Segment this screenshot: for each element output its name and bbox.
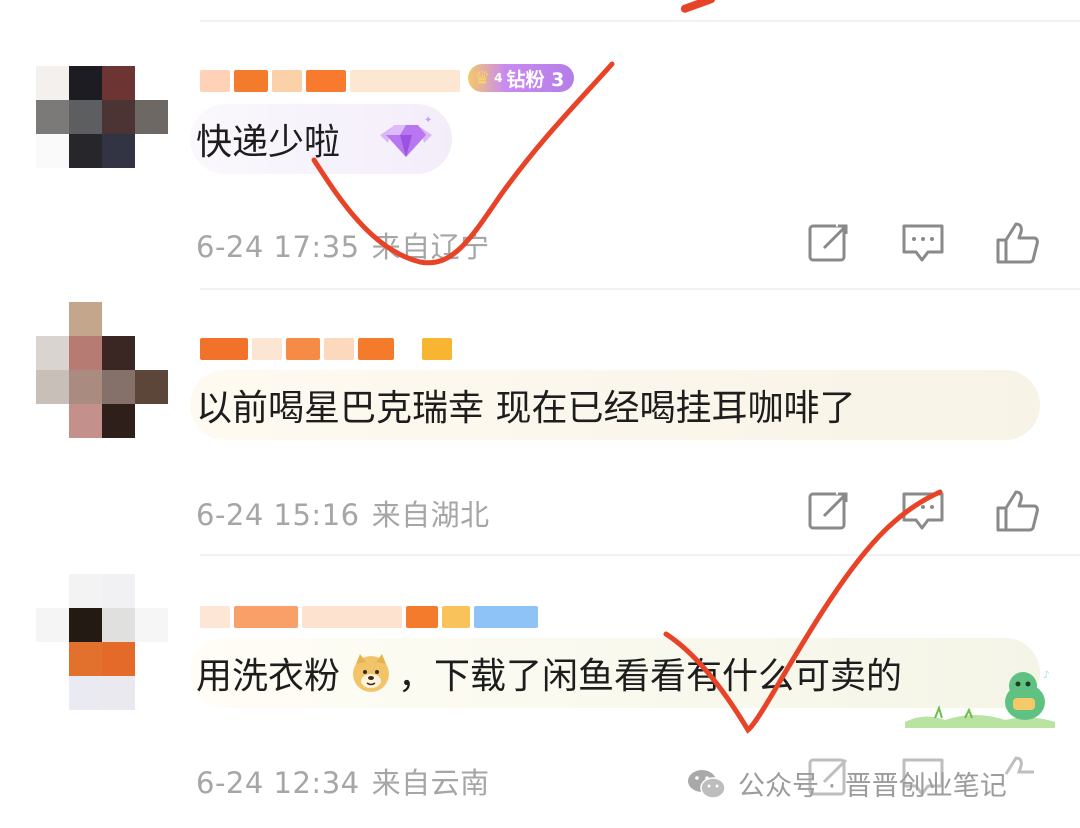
wechat-icon: [688, 769, 726, 799]
gem-icon: ✦: [380, 115, 432, 157]
badge-label: 钻粉 3: [506, 68, 565, 91]
watermark-text: 公众号 · 晋晋创业笔记: [738, 771, 1007, 802]
like-icon[interactable]: [994, 220, 1040, 266]
row-divider: [200, 288, 1080, 290]
action-bar: [806, 488, 1040, 534]
fan-badge[interactable]: ♛ 4 钻粉 3: [468, 64, 575, 92]
avatar[interactable]: [36, 66, 168, 202]
avatar[interactable]: [36, 574, 168, 710]
avatar[interactable]: [36, 302, 168, 438]
share-icon[interactable]: [806, 488, 852, 534]
username[interactable]: [200, 606, 538, 628]
share-icon[interactable]: [806, 220, 852, 266]
top-divider: [200, 20, 1080, 22]
action-bar: [806, 220, 1040, 266]
row-divider: [200, 554, 1080, 556]
svg-text:✦: ✦: [424, 115, 432, 126]
comment-text: ，下载了闲鱼看看有什么可卖的: [398, 656, 903, 697]
username[interactable]: [200, 70, 460, 92]
like-icon[interactable]: [994, 488, 1040, 534]
doge-icon: [353, 654, 390, 692]
comment-meta: 6-24 17:35 来自辽宁: [196, 224, 490, 266]
dinosaur-sticker-icon: ♪: [905, 670, 1055, 728]
annotation-mark: [679, 0, 717, 14]
comment-location: 来自云南: [371, 766, 490, 800]
badge-level: 4: [494, 71, 503, 85]
comment-meta: 6-24 15:16 来自湖北: [196, 492, 490, 534]
comment-bubble[interactable]: 快递少啦 ✦: [190, 104, 453, 174]
comment-icon[interactable]: [900, 488, 946, 534]
svg-text:♪: ♪: [1043, 670, 1049, 681]
comment-text: 用洗衣粉: [196, 656, 341, 697]
comment-location: 来自辽宁: [371, 230, 490, 264]
comment-date: 6-24 15:16: [196, 498, 360, 532]
comment-icon[interactable]: [900, 220, 946, 266]
watermark: 公众号 · 晋晋创业笔记: [686, 764, 1007, 803]
comment-bubble[interactable]: 以前喝星巴克瑞幸 现在已经喝挂耳咖啡了: [190, 370, 1040, 440]
crown-icon: ♛: [474, 67, 491, 89]
comment-date: 6-24 12:34: [196, 766, 360, 800]
comment-text: 以前喝星巴克瑞幸 现在已经喝挂耳咖啡了: [196, 388, 856, 429]
comment-location: 来自湖北: [371, 498, 490, 532]
comment-date: 6-24 17:35: [196, 230, 360, 264]
username[interactable]: [200, 338, 452, 360]
comment-meta: 6-24 12:34 来自云南: [196, 760, 490, 802]
comment-text: 快递少啦: [196, 122, 341, 163]
